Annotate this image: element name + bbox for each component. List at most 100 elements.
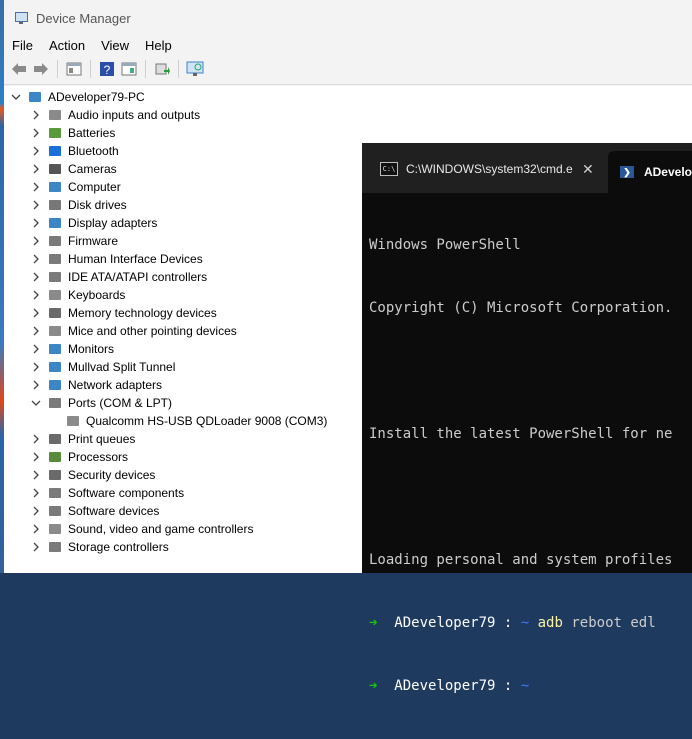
tree-category[interactable]: Keyboards: [30, 286, 125, 304]
chevron-right-icon[interactable]: [30, 307, 42, 319]
chevron-right-icon[interactable]: [30, 361, 42, 373]
computer-icon: [48, 180, 62, 194]
tab-powershell[interactable]: ❯ ADevelo: [608, 151, 692, 193]
tree-category[interactable]: Ports (COM & LPT): [30, 394, 172, 412]
keyboard-icon: [48, 288, 62, 302]
close-tab-icon[interactable]: ✕: [582, 161, 594, 178]
forward-arrow-icon[interactable]: [32, 60, 50, 78]
chevron-right-icon[interactable]: [30, 469, 42, 481]
network-adapter-icon: [48, 378, 62, 392]
network-icon-shape: [49, 362, 61, 372]
chevron-right-icon[interactable]: [30, 487, 42, 499]
prompt-user: ADeveloper79: [394, 615, 496, 631]
chevron-right-icon[interactable]: [30, 505, 42, 517]
port-device-icon: [66, 414, 80, 428]
firmware-icon: [48, 234, 62, 248]
tree-category[interactable]: Audio inputs and outputs: [30, 106, 200, 124]
chevron-down-icon[interactable]: [10, 91, 22, 103]
tree-category[interactable]: Display adapters: [30, 214, 157, 232]
tree-category[interactable]: Batteries: [30, 124, 115, 142]
disk-icon: [48, 198, 62, 212]
terminal-output[interactable]: Windows PowerShell Copyright (C) Microso…: [362, 193, 692, 739]
memory-icon-shape: [49, 308, 61, 318]
scan-hardware-icon[interactable]: [186, 60, 204, 78]
chevron-right-icon[interactable]: [30, 163, 42, 175]
chevron-right-icon[interactable]: [30, 145, 42, 157]
tree-category-label: Audio inputs and outputs: [68, 108, 201, 122]
chevron-right-icon[interactable]: [30, 109, 42, 121]
toolbar-separator: [57, 60, 58, 78]
camera-icon-shape: [49, 164, 61, 174]
tree-category[interactable]: Software devices: [30, 502, 159, 520]
storage-icon-shape: [49, 542, 61, 552]
tree-category[interactable]: Print queues: [30, 430, 135, 448]
tree-category[interactable]: Memory technology devices: [30, 304, 217, 322]
chevron-right-icon[interactable]: [30, 523, 42, 535]
tree-category[interactable]: Bluetooth: [30, 142, 119, 160]
properties-icon[interactable]: [65, 60, 83, 78]
back-arrow-icon[interactable]: [10, 60, 28, 78]
chevron-right-icon[interactable]: [30, 343, 42, 355]
display-adapter-icon-shape: [49, 218, 61, 228]
chevron-right-icon[interactable]: [30, 541, 42, 553]
tree-category[interactable]: Software components: [30, 484, 184, 502]
tree-category[interactable]: Processors: [30, 448, 128, 466]
view-icon[interactable]: [120, 60, 138, 78]
cmd-icon: C:\: [380, 162, 398, 176]
chevron-right-icon[interactable]: [30, 451, 42, 463]
chevron-right-icon[interactable]: [30, 289, 42, 301]
software-device-icon: [48, 504, 62, 518]
chevron-right-icon[interactable]: [30, 379, 42, 391]
tree-category[interactable]: Storage controllers: [30, 538, 169, 556]
menu-help[interactable]: Help: [137, 38, 180, 53]
tree-category-label: Network adapters: [68, 378, 163, 392]
tree-category[interactable]: Firmware: [30, 232, 118, 250]
tree-category-label: Print queues: [68, 432, 136, 446]
chevron-right-icon[interactable]: [30, 127, 42, 139]
title-bar[interactable]: Device Manager: [4, 0, 692, 36]
tree-root[interactable]: ADeveloper79-PC: [10, 88, 145, 106]
tree-category[interactable]: Cameras: [30, 160, 117, 178]
chevron-right-icon[interactable]: [30, 217, 42, 229]
help-icon[interactable]: ?: [98, 60, 116, 78]
tree-category[interactable]: Mullvad Split Tunnel: [30, 358, 175, 376]
menu-file[interactable]: File: [4, 38, 41, 53]
security-icon-shape: [49, 470, 61, 480]
tree-category[interactable]: Mice and other pointing devices: [30, 322, 237, 340]
camera-icon: [48, 162, 62, 176]
toolbar-separator: [90, 60, 91, 78]
tree-category[interactable]: Human Interface Devices: [30, 250, 203, 268]
tab-cmd[interactable]: C:\ C:\WINDOWS\system32\cmd.e ✕: [362, 153, 608, 185]
tree-category-label: Firmware: [68, 234, 118, 248]
tree-category[interactable]: Monitors: [30, 340, 114, 358]
chevron-right-icon[interactable]: [30, 325, 42, 337]
menu-action[interactable]: Action: [41, 38, 93, 53]
terminal-line: Loading personal and system profiles: [369, 552, 673, 568]
tree-category[interactable]: IDE ATA/ATAPI controllers: [30, 268, 207, 286]
tree-device-item[interactable]: Qualcomm HS-USB QDLoader 9008 (COM3): [66, 412, 327, 430]
tree-category[interactable]: Disk drives: [30, 196, 127, 214]
tree-category[interactable]: Network adapters: [30, 376, 162, 394]
hid-icon: [48, 252, 62, 266]
terminal-line: Install the latest PowerShell for ne: [369, 426, 673, 442]
tree-category[interactable]: Computer: [30, 178, 121, 196]
chevron-right-icon[interactable]: [30, 235, 42, 247]
chevron-right-icon[interactable]: [30, 181, 42, 193]
chevron-right-icon[interactable]: [30, 433, 42, 445]
computer-icon-shape: [49, 182, 61, 192]
terminal-window: C:\ C:\WINDOWS\system32\cmd.e ✕ ❯ ADevel…: [362, 143, 692, 694]
tree-category[interactable]: Security devices: [30, 466, 155, 484]
chevron-down-icon[interactable]: [30, 397, 42, 409]
display-adapter-icon: [48, 216, 62, 230]
chevron-right-icon[interactable]: [30, 271, 42, 283]
chevron-right-icon[interactable]: [30, 253, 42, 265]
prompt-arrow-icon: ➜: [369, 615, 378, 631]
battery-icon-shape: [49, 128, 61, 138]
chevron-right-icon[interactable]: [30, 199, 42, 211]
update-driver-icon[interactable]: [153, 60, 171, 78]
menu-view[interactable]: View: [93, 38, 137, 53]
prompt-arrow-icon: ➜: [369, 678, 378, 694]
toolbar-separator: [178, 60, 179, 78]
tree-category[interactable]: Sound, video and game controllers: [30, 520, 253, 538]
